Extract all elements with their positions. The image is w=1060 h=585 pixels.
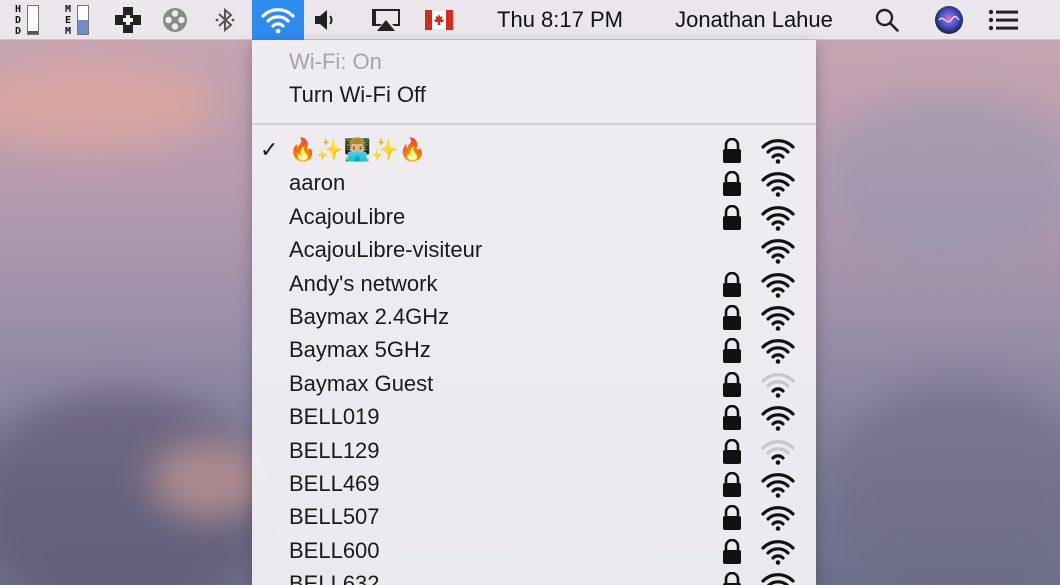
turn-wifi-off-item[interactable]: Turn Wi-Fi Off <box>252 79 816 112</box>
network-item[interactable]: BELL019 <box>252 401 816 434</box>
checkmark-icon: ✓ <box>260 137 279 162</box>
network-item[interactable]: BELL507 <box>252 501 816 534</box>
wifi-dropdown-menu: Wi-Fi: On Turn Wi-Fi Off ✓ 🔥✨👨🏼‍💻✨🔥 aaron A… <box>252 40 816 585</box>
lock-icon <box>720 137 744 164</box>
wifi-menu-icon[interactable] <box>252 0 304 40</box>
hdd-meter-icon[interactable]: HDD <box>4 0 48 40</box>
canada-flag-icon[interactable] <box>422 0 456 40</box>
network-item[interactable]: AcajouLibre <box>252 201 816 234</box>
network-name: Baymax 5GHz <box>289 337 431 363</box>
lock-icon <box>720 204 744 231</box>
network-item[interactable]: BELL600 <box>252 535 816 568</box>
network-item[interactable]: Baymax Guest <box>252 368 816 401</box>
wifi-signal-weak-icon <box>760 372 796 398</box>
wifi-signal-strong-icon <box>760 305 796 331</box>
network-item[interactable]: BELL632 <box>252 568 816 585</box>
wifi-signal-strong-icon <box>760 272 796 298</box>
wifi-status-row: Wi-Fi: On <box>252 46 816 79</box>
wifi-signal-weak-icon <box>760 439 796 465</box>
menu-separator <box>252 123 816 125</box>
network-item[interactable]: AcajouLibre-visiteur <box>252 234 816 267</box>
wifi-signal-strong-icon <box>760 171 796 198</box>
wifi-signal-strong-icon <box>760 238 796 264</box>
hdd-label: HDD <box>14 3 22 37</box>
clock-text[interactable]: Thu 8:17 PM <box>497 7 623 33</box>
notification-center-icon[interactable] <box>984 0 1024 40</box>
network-item[interactable]: aaron <box>252 167 816 200</box>
network-name: 🔥✨👨🏼‍💻✨🔥 <box>289 137 426 162</box>
network-item[interactable]: Andy's network <box>252 268 816 301</box>
network-name: AcajouLibre <box>289 203 406 229</box>
network-name: AcajouLibre-visiteur <box>289 237 483 263</box>
lock-icon <box>720 538 744 565</box>
lock-icon <box>720 571 744 585</box>
lock-icon <box>720 271 744 298</box>
wifi-signal-strong-icon <box>760 338 796 365</box>
wifi-status-text: Wi-Fi: On <box>289 49 382 74</box>
network-name: BELL507 <box>289 504 380 530</box>
network-item[interactable]: ✓ 🔥✨👨🏼‍💻✨🔥 <box>252 134 816 167</box>
network-item[interactable]: BELL129 <box>252 435 816 468</box>
network-name: BELL469 <box>289 471 380 496</box>
network-name: BELL600 <box>289 537 380 563</box>
mem-meter-icon[interactable]: MEM <box>54 0 98 40</box>
network-name: BELL129 <box>289 437 380 463</box>
network-item[interactable]: Baymax 5GHz <box>252 334 816 367</box>
lock-icon <box>720 171 744 197</box>
network-item[interactable]: BELL469 <box>252 468 816 501</box>
siri-icon[interactable] <box>930 0 968 40</box>
wifi-signal-strong-icon <box>760 539 796 565</box>
network-name: Baymax 2.4GHz <box>289 304 450 329</box>
wifi-signal-strong-icon <box>760 405 796 431</box>
wifi-signal-strong-icon <box>760 472 796 498</box>
lock-icon <box>720 438 744 465</box>
turn-wifi-off-label: Turn Wi-Fi Off <box>289 82 426 107</box>
network-name: Andy's network <box>289 270 438 296</box>
wifi-signal-strong-icon <box>760 138 796 164</box>
network-item[interactable]: Baymax 2.4GHz <box>252 301 816 334</box>
user-name[interactable]: Jonathan Lahue <box>675 7 833 33</box>
lock-icon <box>720 304 744 331</box>
network-name: BELL632 <box>289 571 380 585</box>
wifi-signal-strong-icon <box>760 205 796 231</box>
menu-bar: HDD MEM Thu 8:17 PM Jonathan Lahue <box>0 0 1060 40</box>
wifi-signal-strong-icon <box>760 572 796 585</box>
mem-label: MEM <box>64 3 72 37</box>
lock-icon <box>720 338 744 364</box>
network-name: aaron <box>289 170 346 196</box>
cross-icon[interactable] <box>110 0 146 40</box>
wifi-signal-strong-icon <box>760 505 796 532</box>
airplay-icon[interactable] <box>366 0 406 40</box>
film-reel-icon[interactable] <box>158 0 192 40</box>
lock-icon <box>720 471 744 498</box>
lock-icon <box>720 505 744 531</box>
network-name: Baymax Guest <box>289 370 434 396</box>
lock-icon <box>720 371 744 398</box>
lock-icon <box>720 404 744 431</box>
bluetooth-icon[interactable] <box>208 0 242 40</box>
volume-icon[interactable] <box>308 0 342 40</box>
spotlight-search-icon[interactable] <box>870 0 904 40</box>
network-name: BELL019 <box>289 404 380 430</box>
